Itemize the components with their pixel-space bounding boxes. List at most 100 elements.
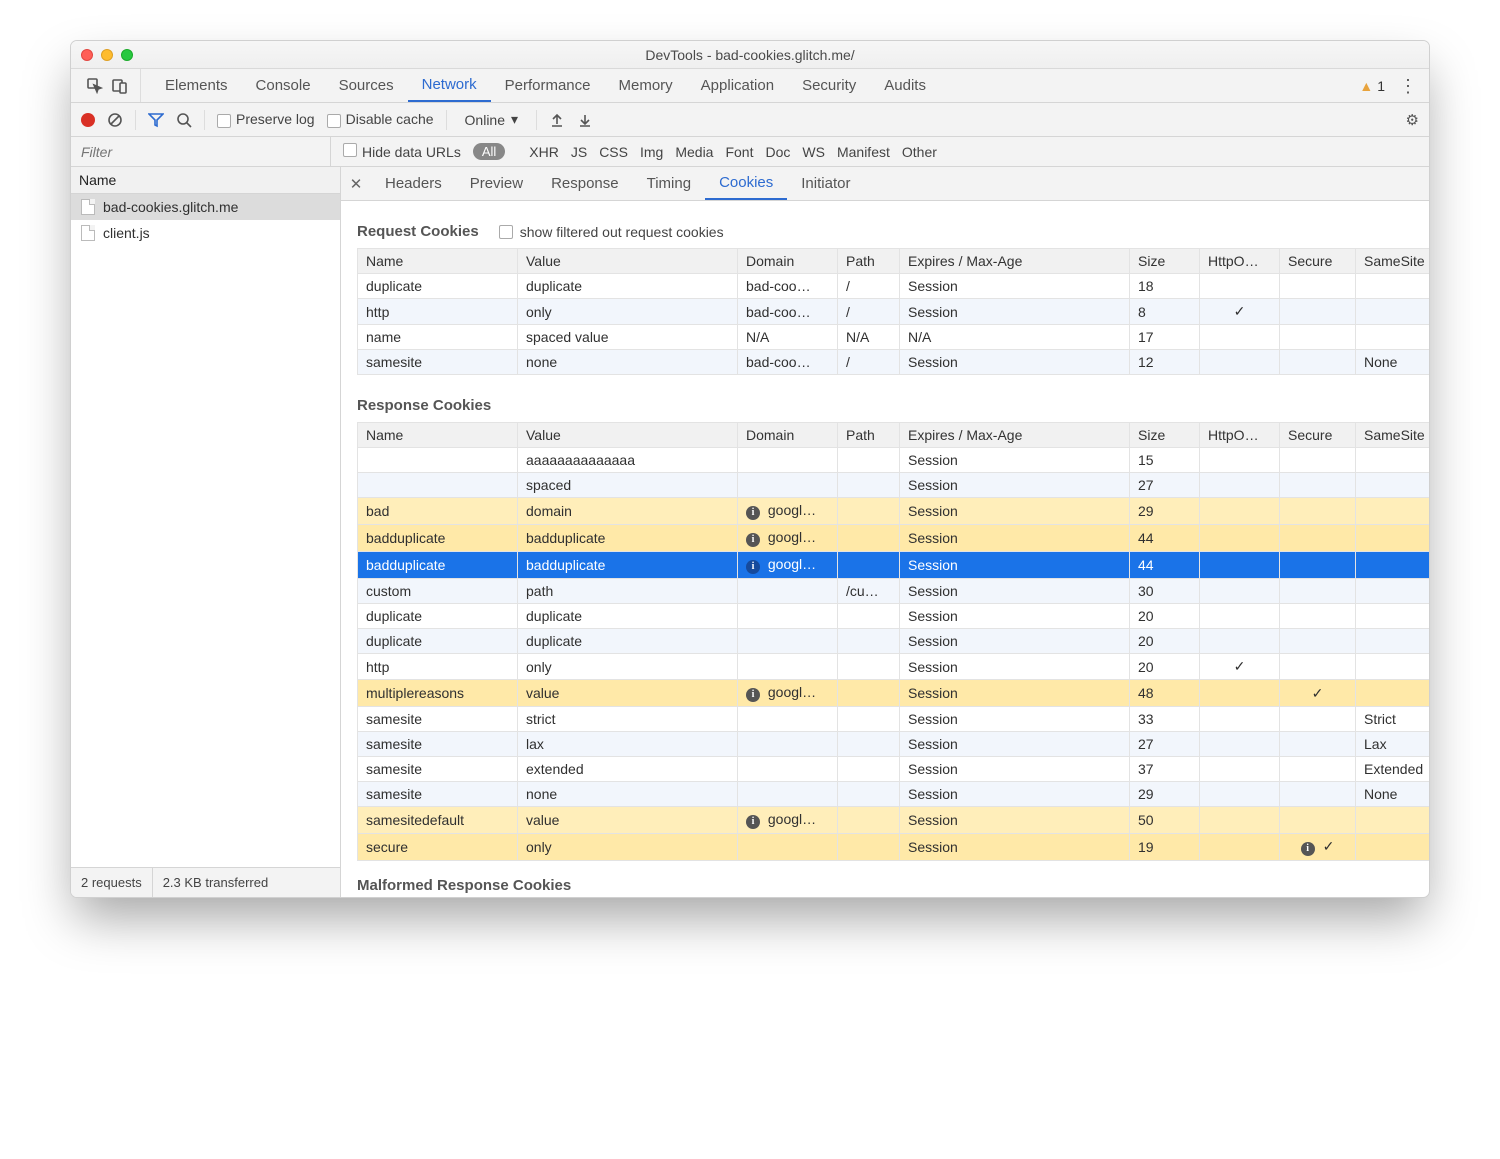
close-details-icon[interactable]: ✕ — [341, 167, 371, 200]
filter-type-font[interactable]: Font — [725, 144, 753, 160]
column-header[interactable]: Expires / Max-Age — [900, 423, 1130, 448]
column-header[interactable]: Value — [518, 423, 738, 448]
download-har-icon[interactable] — [577, 112, 593, 128]
cookie-row[interactable]: samesitestrictSession33Strict — [358, 707, 1430, 732]
cookie-row[interactable]: httponlySession20✓ — [358, 654, 1430, 680]
maximize-window-button[interactable] — [121, 49, 133, 61]
preserve-log-checkbox[interactable]: Preserve log — [217, 111, 315, 127]
column-header[interactable]: Secure — [1280, 423, 1356, 448]
column-header[interactable]: Size — [1130, 423, 1200, 448]
column-header[interactable]: HttpO… — [1200, 249, 1280, 274]
subtab-timing[interactable]: Timing — [633, 167, 705, 200]
record-button[interactable] — [81, 113, 95, 127]
cookie-row[interactable]: secureonlySession19i ✓ — [358, 834, 1430, 861]
cell-httponly — [1200, 782, 1280, 807]
warnings-badge[interactable]: ▲ 1 — [1359, 78, 1385, 94]
column-header[interactable]: Expires / Max-Age — [900, 249, 1130, 274]
subtab-cookies[interactable]: Cookies — [705, 167, 787, 200]
cookie-row[interactable]: httponlybad-coo…/Session8✓ — [358, 299, 1430, 325]
filter-type-img[interactable]: Img — [640, 144, 663, 160]
panel-tab-audits[interactable]: Audits — [870, 69, 940, 102]
cookie-row[interactable]: namespaced valueN/AN/AN/A17 — [358, 325, 1430, 350]
search-icon[interactable] — [176, 112, 192, 128]
panel-tab-application[interactable]: Application — [687, 69, 788, 102]
device-toolbar-icon[interactable] — [112, 78, 128, 94]
more-options-icon[interactable]: ⋮ — [1399, 77, 1417, 95]
settings-gear-icon[interactable]: ⚙ — [1406, 111, 1419, 129]
cell-httponly — [1200, 757, 1280, 782]
cell-domain — [738, 629, 838, 654]
request-cookies-heading: Request Cookies show filtered out reques… — [357, 223, 1413, 240]
filter-type-all[interactable]: All — [473, 143, 505, 160]
subtab-initiator[interactable]: Initiator — [787, 167, 864, 200]
panel-tab-elements[interactable]: Elements — [151, 69, 242, 102]
cookie-row[interactable]: baddomaini googl…Session29 — [358, 498, 1430, 525]
filter-type-media[interactable]: Media — [675, 144, 713, 160]
column-header[interactable]: SameSite — [1356, 249, 1430, 274]
column-header[interactable]: Name — [358, 249, 518, 274]
sidebar-item-request[interactable]: bad-cookies.glitch.me — [71, 194, 340, 220]
cookie-row[interactable]: samesitelaxSession27Lax — [358, 732, 1430, 757]
show-filtered-checkbox[interactable]: show filtered out request cookies — [499, 224, 724, 240]
cookie-row[interactable]: multiplereasonsvaluei googl…Session48✓ — [358, 680, 1430, 707]
filter-type-other[interactable]: Other — [902, 144, 937, 160]
cookie-row[interactable]: badduplicatebadduplicatei googl…Session4… — [358, 525, 1430, 552]
cell-secure — [1280, 325, 1356, 350]
column-header[interactable]: Size — [1130, 249, 1200, 274]
column-header[interactable]: Domain — [738, 423, 838, 448]
sidebar-item-request[interactable]: client.js — [71, 220, 340, 246]
subtab-preview[interactable]: Preview — [456, 167, 537, 200]
cell-httponly — [1200, 629, 1280, 654]
cell-path — [838, 604, 900, 629]
sidebar-column-header[interactable]: Name — [71, 167, 340, 194]
column-header[interactable]: SameSite — [1356, 423, 1430, 448]
subtab-headers[interactable]: Headers — [371, 167, 456, 200]
column-header[interactable]: HttpO… — [1200, 423, 1280, 448]
column-header[interactable]: Name — [358, 423, 518, 448]
filter-type-css[interactable]: CSS — [599, 144, 628, 160]
filter-type-doc[interactable]: Doc — [765, 144, 790, 160]
cookie-row[interactable]: spacedSession27 — [358, 473, 1430, 498]
column-header[interactable]: Secure — [1280, 249, 1356, 274]
cell-expires: Session — [900, 579, 1130, 604]
column-header[interactable]: Path — [838, 249, 900, 274]
clear-log-icon[interactable] — [107, 112, 123, 128]
panel-tab-console[interactable]: Console — [242, 69, 325, 102]
column-header[interactable]: Value — [518, 249, 738, 274]
subtab-response[interactable]: Response — [537, 167, 633, 200]
cell-value: domain — [518, 498, 738, 525]
disable-cache-checkbox[interactable]: Disable cache — [327, 111, 434, 127]
panel-tab-security[interactable]: Security — [788, 69, 870, 102]
panel-tab-sources[interactable]: Sources — [325, 69, 408, 102]
filter-toggle-icon[interactable] — [148, 112, 164, 128]
cookie-row[interactable]: badduplicatebadduplicatei googl…Session4… — [358, 552, 1430, 579]
minimize-window-button[interactable] — [101, 49, 113, 61]
upload-har-icon[interactable] — [549, 112, 565, 128]
cookie-row[interactable]: samesitedefaultvaluei googl…Session50 — [358, 807, 1430, 834]
panel-tab-memory[interactable]: Memory — [605, 69, 687, 102]
hide-data-urls-checkbox[interactable]: Hide data URLs — [343, 143, 461, 160]
filter-type-ws[interactable]: WS — [802, 144, 825, 160]
cookie-row[interactable]: samesiteextendedSession37Extended — [358, 757, 1430, 782]
filter-type-manifest[interactable]: Manifest — [837, 144, 890, 160]
cookie-row[interactable]: duplicateduplicateSession20 — [358, 604, 1430, 629]
cookie-row[interactable]: custompath/cu…Session30 — [358, 579, 1430, 604]
column-header[interactable]: Path — [838, 423, 900, 448]
cookie-row[interactable]: duplicateduplicateSession20 — [358, 629, 1430, 654]
devtools-window: DevTools - bad-cookies.glitch.me/ Elemen… — [70, 40, 1430, 898]
cell-value: spaced value — [518, 325, 738, 350]
close-window-button[interactable] — [81, 49, 93, 61]
filter-type-xhr[interactable]: XHR — [529, 144, 559, 160]
column-header[interactable]: Domain — [738, 249, 838, 274]
panel-tab-network[interactable]: Network — [408, 69, 491, 102]
cookie-row[interactable]: samesitenoneSession29None — [358, 782, 1430, 807]
inspect-element-icon[interactable] — [87, 78, 103, 94]
cookie-row[interactable]: aaaaaaaaaaaaaaSession15 — [358, 448, 1430, 473]
throttling-select[interactable]: Online ▾ — [459, 111, 525, 128]
filter-input[interactable] — [81, 144, 320, 160]
panel-tabs-row: ElementsConsoleSourcesNetworkPerformance… — [71, 69, 1429, 103]
cookie-row[interactable]: samesitenonebad-coo…/Session12None — [358, 350, 1430, 375]
filter-type-js[interactable]: JS — [571, 144, 587, 160]
panel-tab-performance[interactable]: Performance — [491, 69, 605, 102]
cookie-row[interactable]: duplicateduplicatebad-coo…/Session18 — [358, 274, 1430, 299]
